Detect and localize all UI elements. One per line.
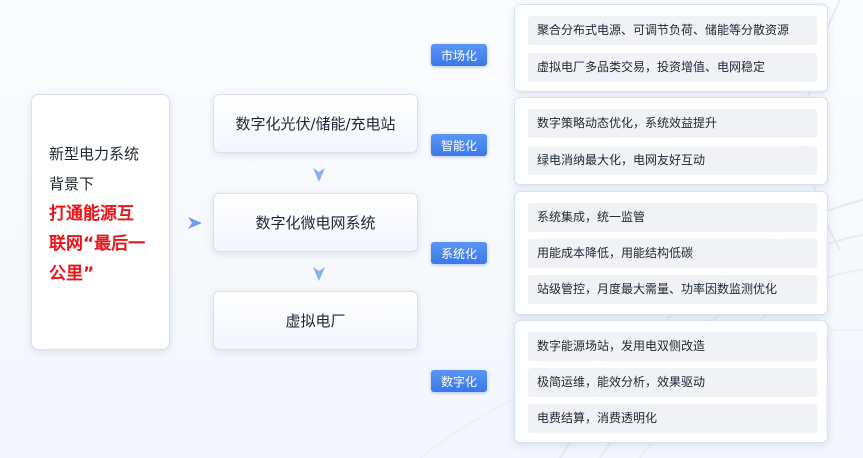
stage-box-solar-storage-charging: 数字化光伏/储能/充电站: [213, 94, 418, 153]
list-item: 聚合分布式电源、可调节负荷、储能等分散资源: [528, 16, 817, 45]
group-smart: 数字策略动态优化，系统效益提升 绿电消纳最大化，电网友好互动: [514, 97, 828, 185]
context-highlight-3: 公里”: [49, 264, 95, 284]
list-item: 数字能源场站，发用电双侧改造: [528, 332, 817, 361]
list-item: 用能成本降低，用能结构低碳: [528, 239, 817, 268]
list-item: 虚拟电厂多品类交易，投资增值、电网稳定: [528, 53, 817, 82]
group-market: 聚合分布式电源、可调节负荷、储能等分散资源 虚拟电厂多品类交易，投资增值、电网稳…: [514, 4, 828, 92]
list-item: 站级管控，月度最大需量、功率因数监测优化: [528, 275, 817, 304]
context-line-2: 背景下: [49, 175, 95, 193]
group-digital: 数字能源场站，发用电双侧改造 极简运维，能效分析，效果驱动 电费结算，消费透明化: [514, 320, 828, 443]
tag-system: 系统化: [431, 242, 487, 264]
arrow-right-icon: [188, 217, 202, 229]
list-item: 系统集成，统一监管: [528, 203, 817, 232]
stage-box-microgrid: 数字化微电网系统: [213, 193, 418, 252]
list-item: 极简运维，能效分析，效果驱动: [528, 368, 817, 397]
arrow-down-icon: [313, 267, 325, 281]
context-line-1: 新型电力系统: [49, 145, 140, 163]
stage-box-virtual-power-plant: 虚拟电厂: [213, 291, 418, 350]
tag-smart: 智能化: [431, 134, 487, 156]
context-box: 新型电力系统 背景下 打通能源互 联网“最后一 公里”: [31, 94, 170, 350]
group-system: 系统集成，统一监管 用能成本降低，用能结构低碳 站级管控，月度最大需量、功率因数…: [514, 191, 828, 315]
context-highlight-2: 联网“最后一: [49, 234, 146, 254]
list-item: 绿电消纳最大化，电网友好互动: [528, 146, 817, 175]
context-highlight-1: 打通能源互: [49, 204, 134, 224]
list-item: 数字策略动态优化，系统效益提升: [528, 109, 817, 138]
tag-digital: 数字化: [431, 370, 487, 392]
arrow-down-icon: [313, 168, 325, 182]
list-item: 电费结算，消费透明化: [528, 404, 817, 433]
tag-market: 市场化: [431, 44, 487, 66]
